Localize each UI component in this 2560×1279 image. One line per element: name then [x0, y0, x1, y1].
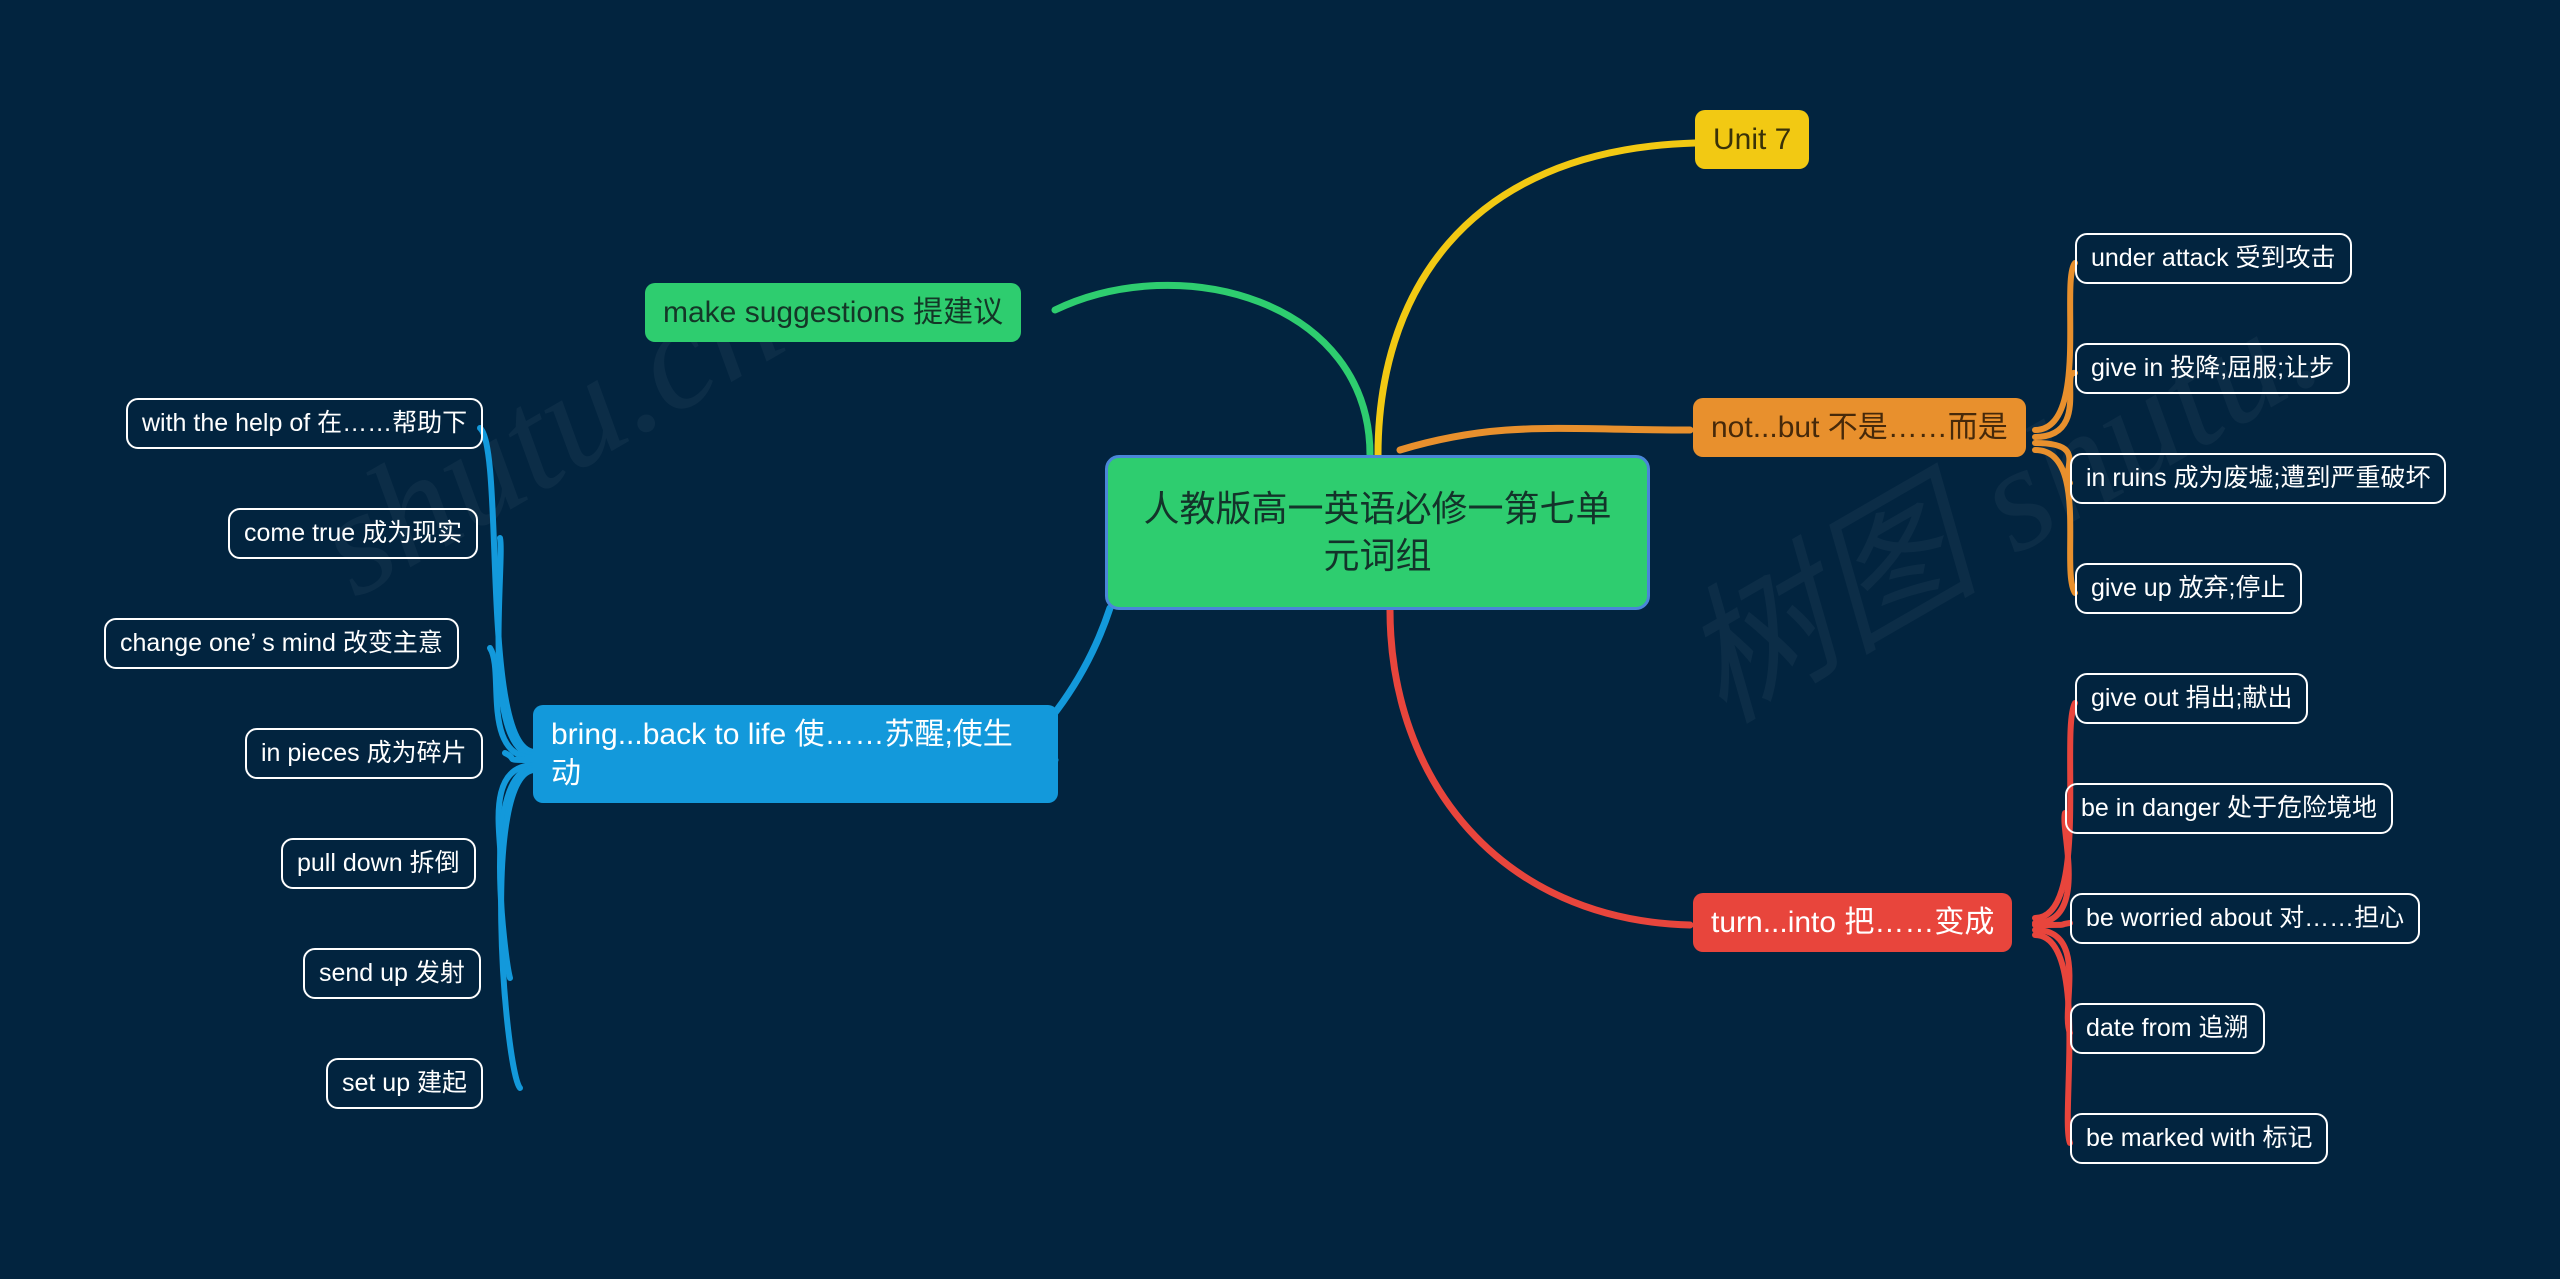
leaf-node-send-up[interactable]: send up 发射 — [303, 948, 481, 999]
leaf-node-change-ones-mind[interactable]: change one’ s mind 改变主意 — [104, 618, 459, 669]
leaf-node-come-true[interactable]: come true 成为现实 — [228, 508, 479, 559]
leaf-node-give-out[interactable]: give out 捐出;献出 — [2075, 673, 2309, 724]
leaf-node-in-ruins[interactable]: in ruins 成为废墟;遭到严重破坏 — [2070, 453, 2447, 504]
branch-node-unit7[interactable]: Unit 7 — [1695, 110, 1810, 169]
leaf-node-with-the-help-of[interactable]: with the help of 在……帮助下 — [126, 398, 484, 449]
leaf-node-be-worried-about[interactable]: be worried about 对……担心 — [2070, 893, 2421, 944]
edge-root-make-suggestions — [1051, 281, 1374, 459]
mindmap-canvas: shutu.cn 树图 shutu. — [0, 0, 2560, 1279]
edge-turn-into-child-3 — [2032, 927, 2073, 1036]
leaf-node-under-attack[interactable]: under attack 受到攻击 — [2075, 233, 2352, 284]
edge-bring-back-child-2 — [487, 645, 538, 761]
edge-bring-back-child-6 — [498, 767, 538, 1091]
edge-bring-back-child-0 — [477, 425, 538, 755]
leaf-node-give-in[interactable]: give in 投降;屈服;让步 — [2075, 343, 2351, 394]
leaf-node-be-in-danger[interactable]: be in danger 处于危险境地 — [2065, 783, 2393, 834]
leaf-node-in-pieces[interactable]: in pieces 成为碎片 — [245, 728, 483, 779]
edge-turn-into-child-1 — [2032, 810, 2072, 926]
branch-node-turn-into[interactable]: turn...into 把……变成 — [1693, 893, 2013, 952]
leaf-node-be-marked-with[interactable]: be marked with 标记 — [2070, 1113, 2329, 1164]
leaf-node-give-up[interactable]: give up 放弃;停止 — [2075, 563, 2302, 614]
leaf-node-set-up[interactable]: set up 建起 — [326, 1058, 484, 1109]
edge-bring-back-child-4 — [495, 762, 538, 871]
leaf-node-date-from[interactable]: date from 追溯 — [2070, 1003, 2265, 1054]
edge-turn-into-child-4 — [2032, 932, 2073, 1146]
branch-node-not-but[interactable]: not...but 不是……而是 — [1693, 398, 2026, 457]
edge-not-but-child-3 — [2032, 447, 2078, 596]
edge-bring-back-child-1 — [495, 535, 538, 758]
edge-not-but-child-2 — [2032, 440, 2073, 486]
edge-root-unit7 — [1374, 139, 1699, 459]
branch-node-make-suggestions[interactable]: make suggestions 提建议 — [645, 283, 1022, 342]
edge-not-but-child-1 — [2032, 370, 2078, 440]
branch-node-bring-back-to-life[interactable]: bring...back to life 使……苏醒;使生动 — [533, 705, 1058, 803]
leaf-node-pull-down[interactable]: pull down 拆倒 — [281, 838, 476, 889]
edge-bring-back-child-5 — [497, 765, 538, 981]
edge-turn-into-child-2 — [2032, 920, 2073, 928]
edge-root-turn-into — [1386, 606, 1694, 929]
edge-bring-back-child-3 — [502, 750, 538, 763]
edge-not-but-child-0 — [2032, 260, 2078, 433]
root-node[interactable]: 人教版高一英语必修一第七单元词组 — [1105, 455, 1650, 610]
edge-root-not-but — [1396, 424, 1694, 454]
